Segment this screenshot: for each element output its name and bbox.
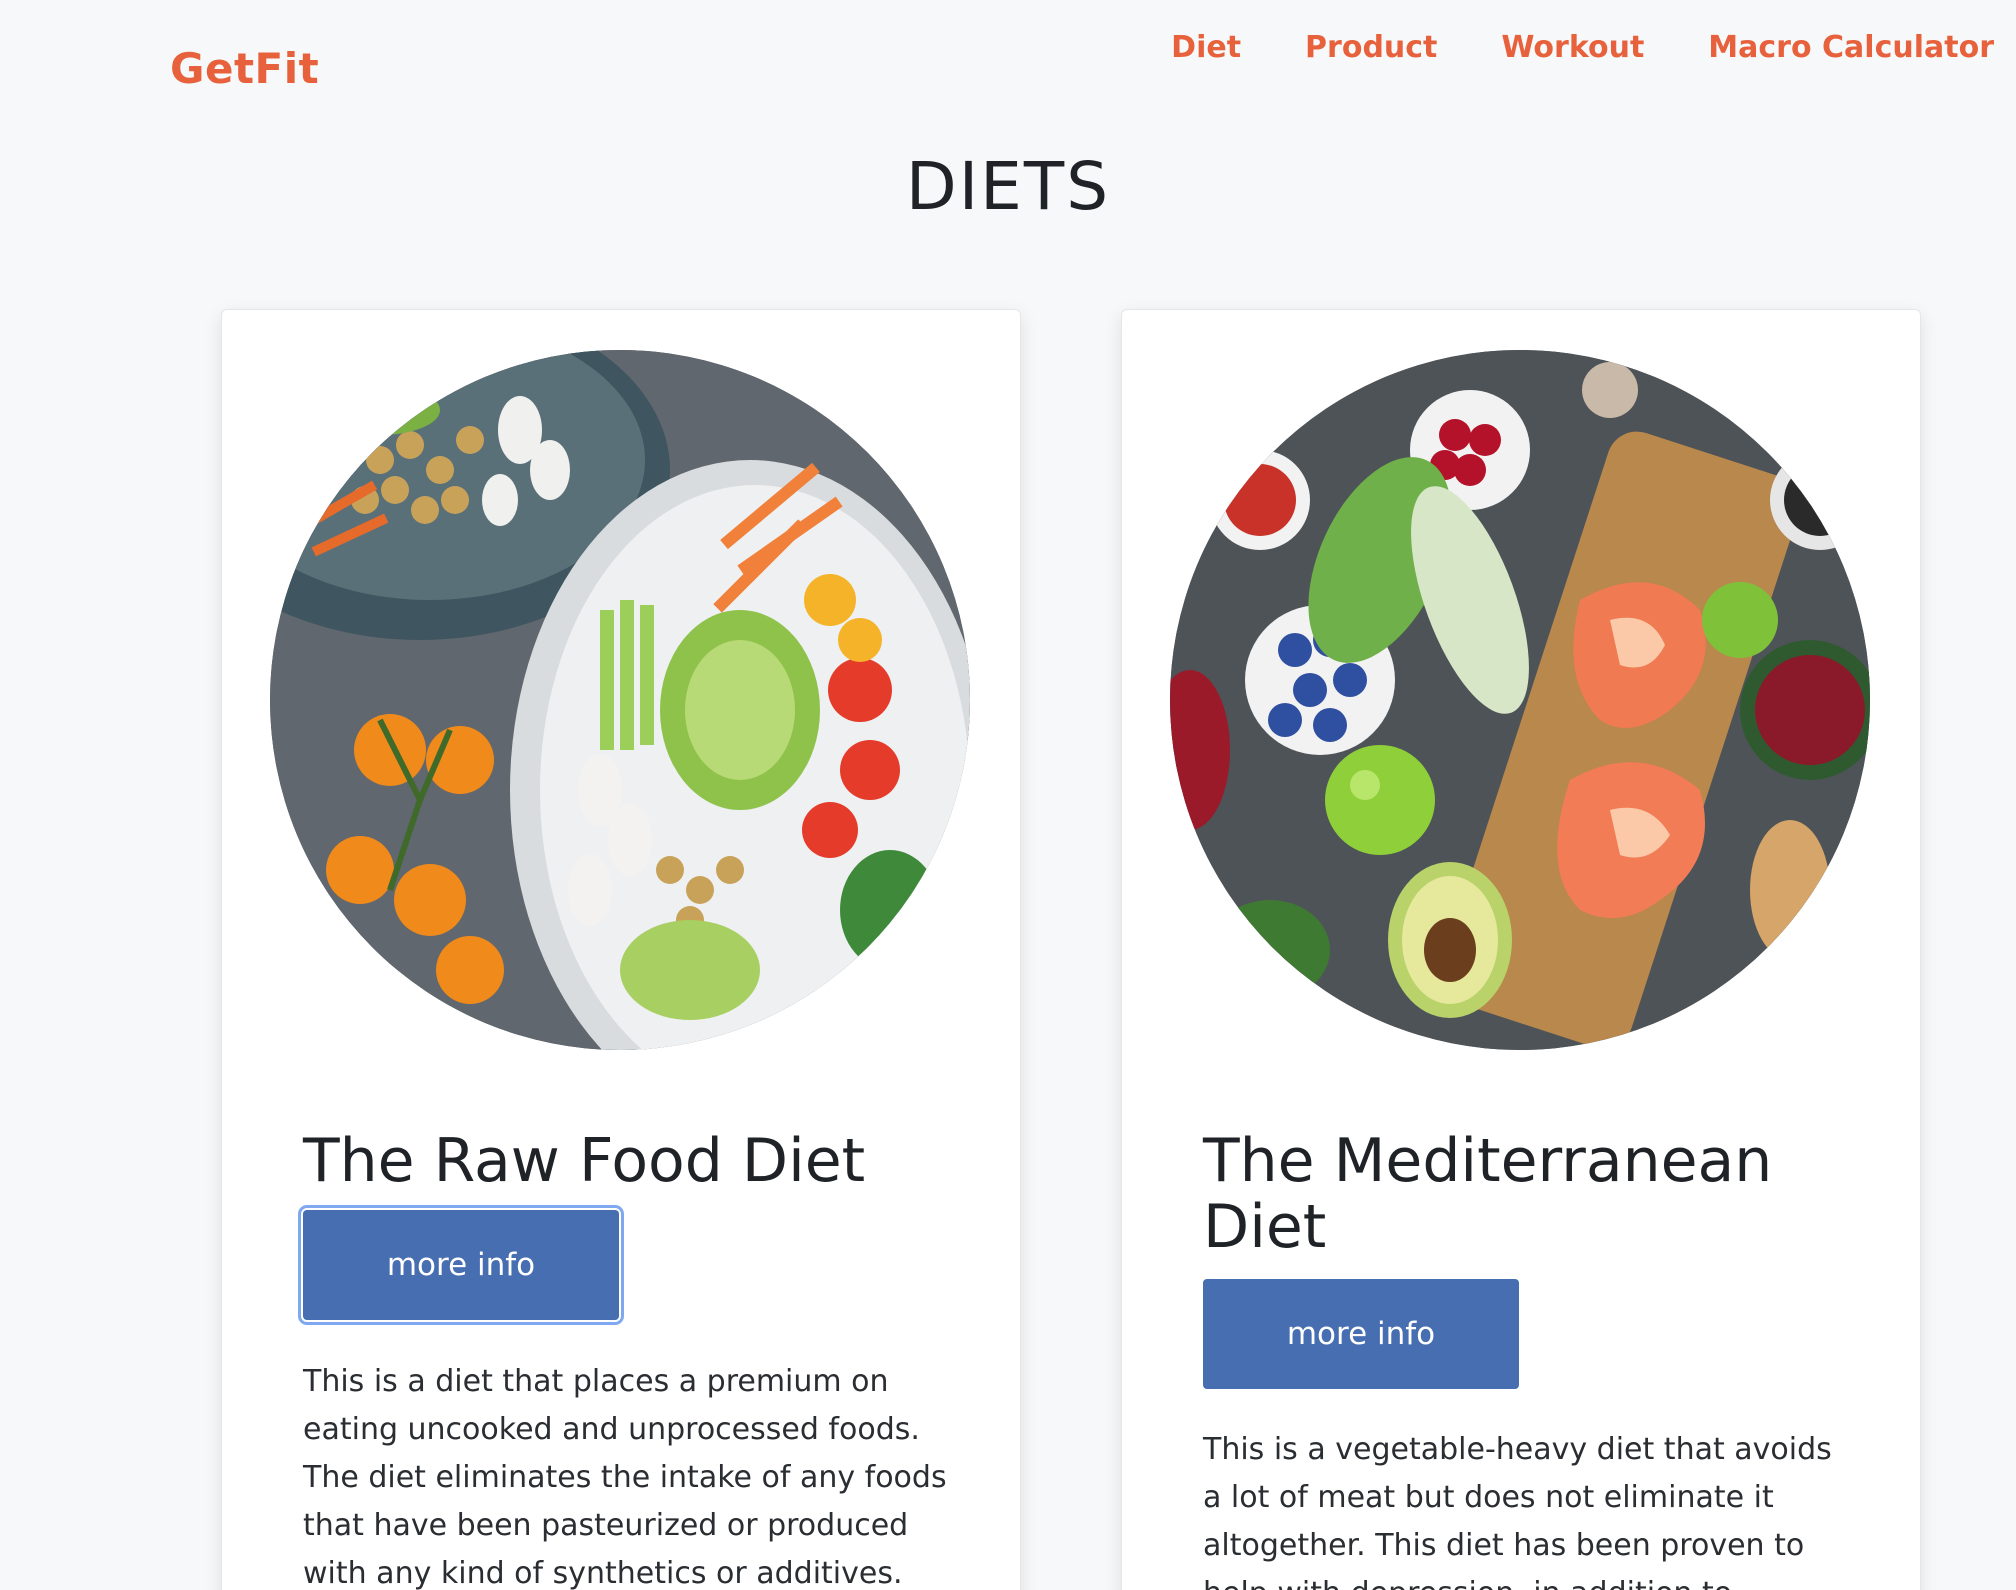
nav-link-workout[interactable]: Workout [1501, 30, 1644, 65]
nav-link-macro-calculator[interactable]: Macro Calculator [1708, 30, 1994, 65]
raw-food-illustration [270, 350, 970, 1050]
main-nav: Diet Product Workout Macro Calculator [1171, 30, 1994, 65]
card-title: The Raw Food Diet [303, 1126, 866, 1196]
nav-link-product[interactable]: Product [1305, 30, 1437, 65]
mediterranean-food-image [1170, 350, 1870, 1050]
card-description: This is a diet that places a premium on … [303, 1364, 947, 1590]
diet-card-mediterranean: The Mediterranean Diet more info This is… [1121, 309, 1921, 1590]
card-description: This is a vegetable-heavy diet that avoi… [1203, 1432, 1832, 1590]
page-title: DIETS [905, 148, 1111, 225]
mediterranean-illustration [1170, 350, 1870, 1050]
raw-food-salad-image [270, 350, 970, 1050]
brand-logo-link[interactable]: GetFit [170, 44, 319, 93]
more-info-button[interactable]: more info [298, 1205, 624, 1325]
more-info-button[interactable]: more info [1203, 1279, 1519, 1389]
page: GetFit Diet Product Workout Macro Calcul… [0, 0, 2016, 1590]
diet-card-raw-food: The Raw Food Diet more info This is a di… [221, 309, 1021, 1590]
card-title: The Mediterranean Diet [1203, 1126, 1773, 1262]
nav-link-diet[interactable]: Diet [1171, 30, 1241, 65]
